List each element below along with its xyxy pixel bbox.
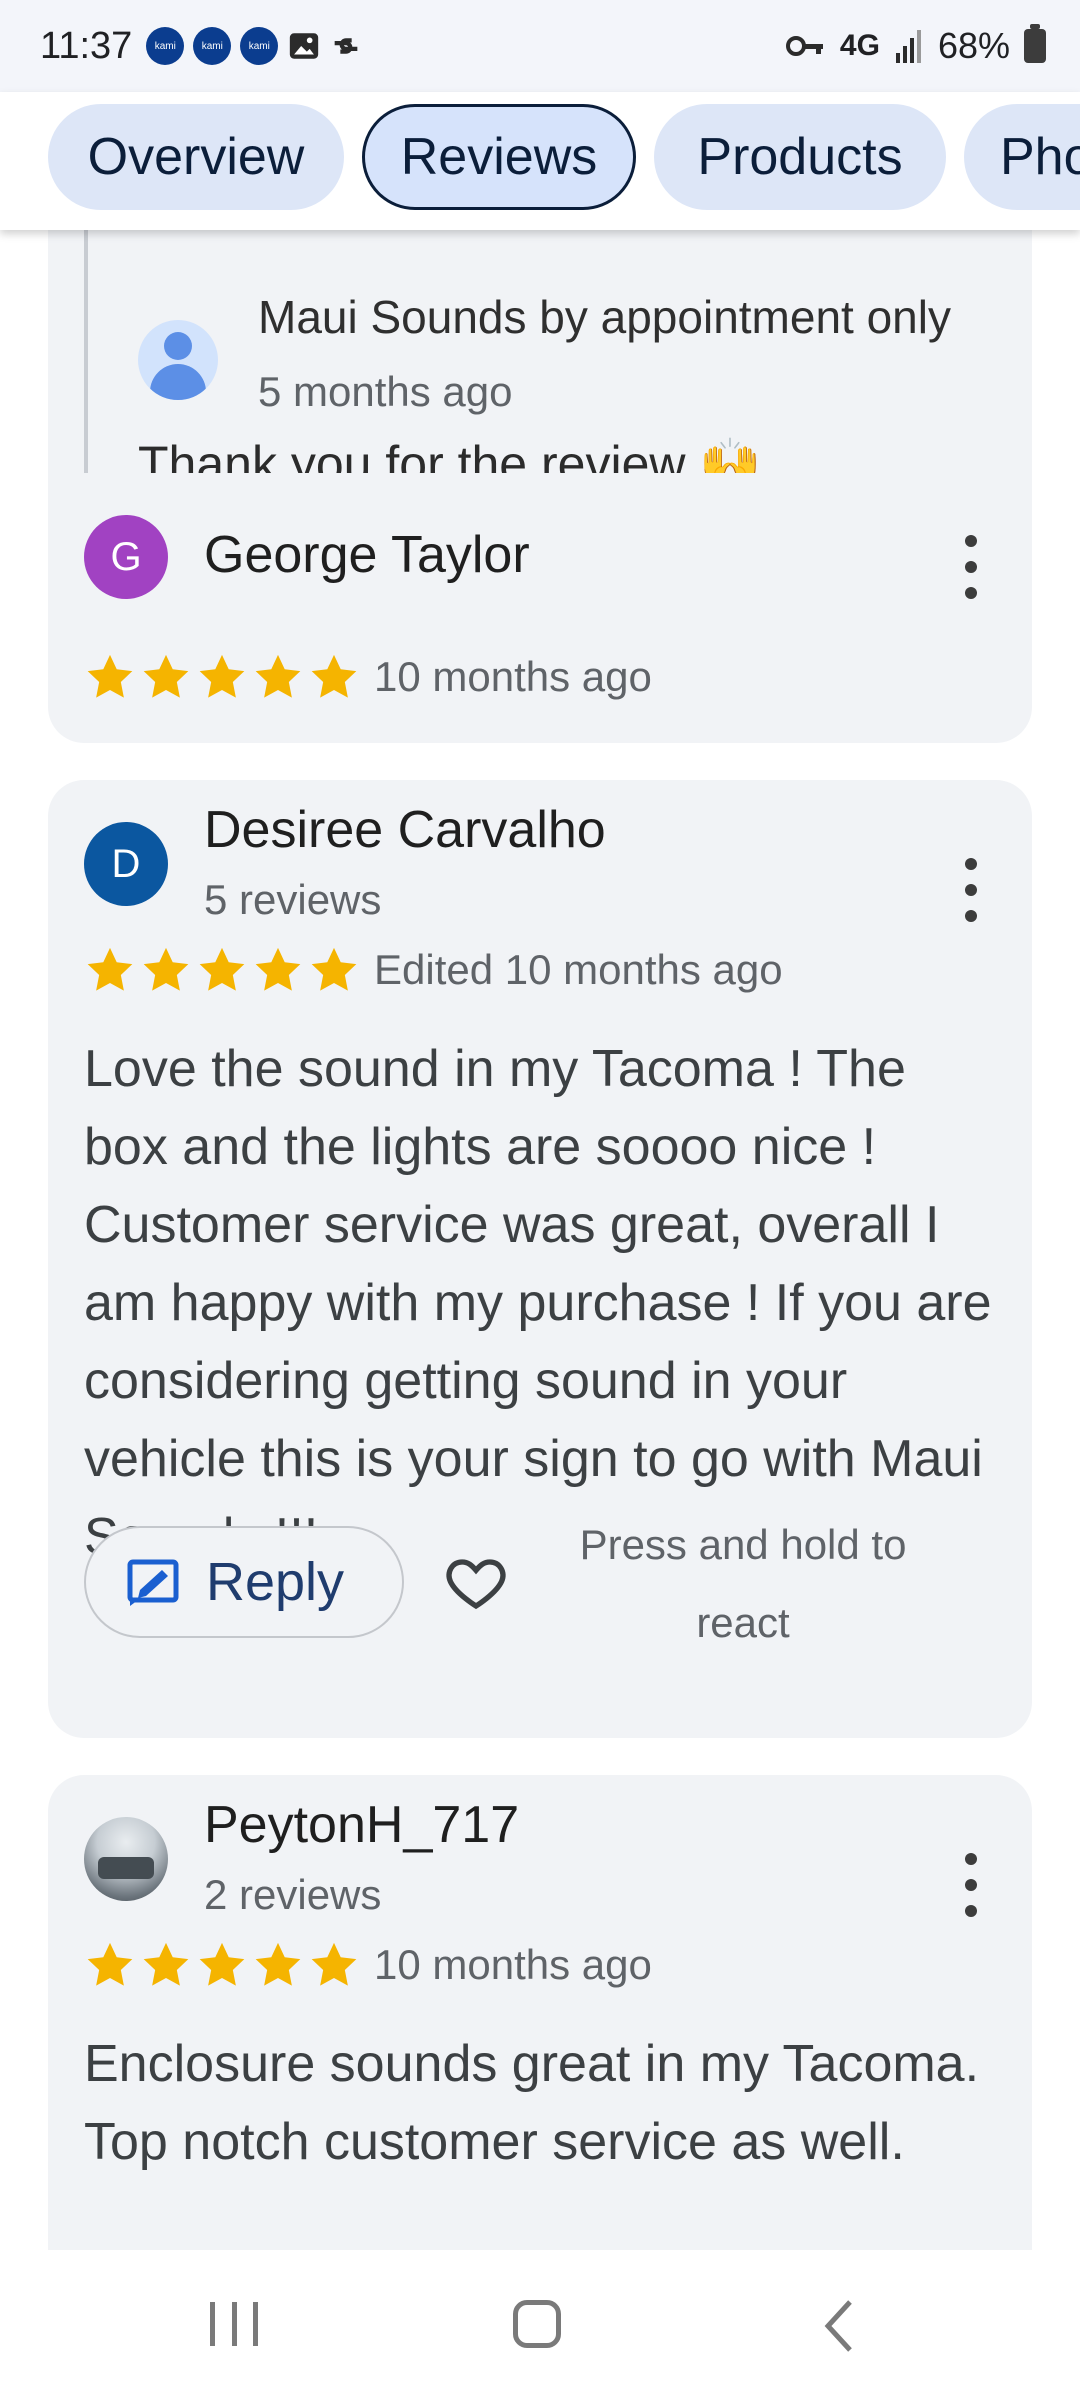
tab-overview[interactable]: Overview: [48, 104, 344, 210]
owner-name: Maui Sounds by appointment only: [258, 291, 951, 343]
review-text: Enclosure sounds great in my Tacoma. Top…: [84, 2035, 980, 2171]
status-bar: 11:37 kami kami kami 4G 68%: [0, 0, 1080, 92]
owner-response-time: 5 months ago: [258, 368, 513, 415]
tab-overview-label: Overview: [87, 128, 305, 186]
reply-button[interactable]: Reply: [84, 1526, 404, 1638]
react-hint-text: Press and hold to react: [579, 1521, 907, 1646]
avatar[interactable]: G: [84, 515, 168, 599]
tab-products-label: Products: [697, 128, 903, 186]
back-icon[interactable]: [820, 2298, 860, 2354]
tab-photos-label: Photos: [1000, 128, 1080, 186]
star-icon: [199, 947, 245, 991]
star-icon: [311, 654, 357, 698]
review-card: PeytonH_717 2 reviews 10 months ago Encl…: [48, 1775, 1032, 2250]
link-notification-icon: [334, 38, 358, 54]
more-options-icon[interactable]: [964, 858, 978, 922]
battery-percent: 68%: [937, 25, 1010, 66]
star-rating: [84, 1939, 360, 1991]
tab-photos[interactable]: Photos: [964, 104, 1080, 210]
gallery-notification-icon: [290, 33, 319, 59]
more-options-icon[interactable]: [964, 1853, 978, 1917]
star-icon: [87, 947, 133, 991]
review-count: 2 reviews: [204, 1871, 382, 1918]
review-count: 5 reviews: [204, 876, 382, 923]
star-icon: [255, 654, 301, 698]
system-nav-bar: [0, 2250, 1080, 2400]
star-rating: [84, 944, 360, 996]
review-time: Edited 10 months ago: [374, 946, 783, 993]
star-icon: [87, 1942, 133, 1986]
signal-icon: [895, 30, 921, 63]
star-icon: [143, 947, 189, 991]
tab-reviews[interactable]: Reviews: [362, 104, 636, 210]
battery-icon: [1024, 24, 1046, 63]
kami-notification-icon: kami: [240, 27, 279, 65]
reviewer-name[interactable]: George Taylor: [204, 525, 530, 585]
avatar[interactable]: D: [84, 822, 168, 906]
review-card: G George Taylor 10 months ago: [48, 473, 1032, 743]
more-options-icon[interactable]: [964, 535, 978, 599]
review-text: Love the sound in my Tacoma ! The box an…: [84, 1040, 992, 1566]
kami-notification-icon: kami: [193, 27, 232, 65]
star-icon: [311, 1942, 357, 1986]
star-icon: [199, 654, 245, 698]
tab-bar: Overview Reviews Products Photos: [0, 92, 1080, 230]
status-indicators: 4G 68%: [785, 0, 1046, 92]
kami-notification-icon: kami: [146, 27, 185, 65]
star-icon: [255, 1942, 301, 1986]
review-time: 10 months ago: [374, 653, 652, 700]
owner-avatar: [138, 320, 218, 400]
reply-edit-icon: [127, 1559, 179, 1606]
star-icon: [255, 947, 301, 991]
review-time: 10 months ago: [374, 1941, 652, 1988]
avatar[interactable]: [84, 1817, 168, 1901]
star-icon: [143, 1942, 189, 1986]
star-rating: [84, 651, 360, 703]
network-type: 4G: [839, 29, 880, 62]
star-icon: [143, 654, 189, 698]
reviewer-name[interactable]: Desiree Carvalho: [204, 800, 606, 860]
tab-products[interactable]: Products: [654, 104, 946, 210]
star-icon: [199, 1942, 245, 1986]
vpn-key-icon: [785, 36, 823, 56]
status-time: 11:37: [40, 24, 133, 67]
star-icon: [87, 654, 133, 698]
recent-apps-icon[interactable]: [210, 2302, 258, 2346]
heart-react-icon[interactable]: [444, 1550, 508, 1614]
reply-button-label: Reply: [206, 1552, 345, 1612]
review-card: D Desiree Carvalho 5 reviews Edited 10 m…: [48, 780, 1032, 1738]
reviewer-name[interactable]: PeytonH_717: [204, 1795, 519, 1855]
home-icon[interactable]: [513, 2300, 561, 2348]
star-icon: [311, 947, 357, 991]
tab-reviews-label: Reviews: [400, 128, 598, 186]
reviews-list[interactable]: Maui Sounds by appointment only 5 months…: [0, 230, 1080, 2250]
